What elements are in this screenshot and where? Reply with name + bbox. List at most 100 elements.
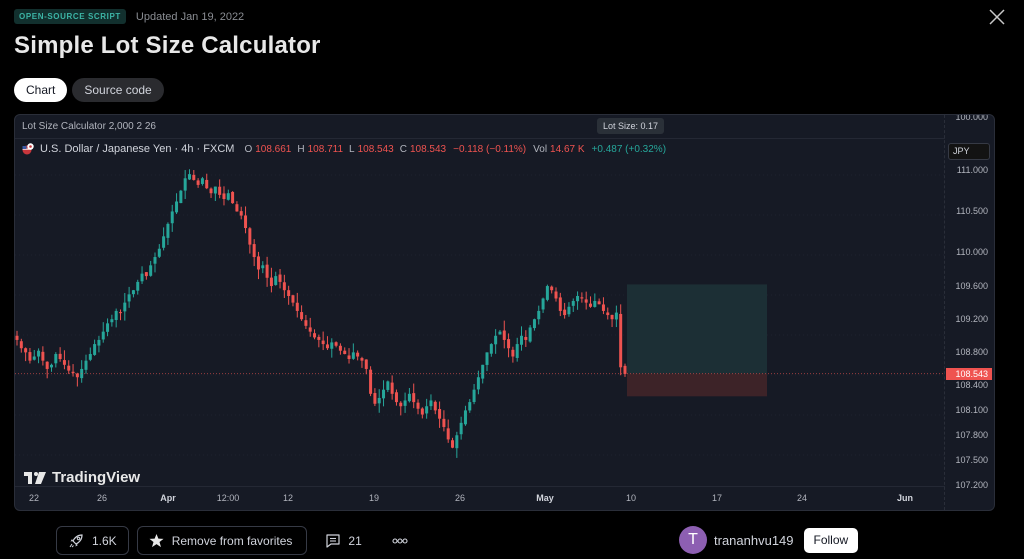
candle[interactable]: [118, 309, 122, 321]
boost-button[interactable]: 1.6K: [56, 526, 129, 555]
candle[interactable]: [338, 343, 342, 355]
symbol-name[interactable]: U.S. Dollar / Japanese Yen · 4h · FXCM: [40, 143, 234, 155]
candle[interactable]: [49, 363, 53, 372]
candle[interactable]: [321, 331, 325, 351]
candle[interactable]: [196, 178, 200, 188]
candle[interactable]: [84, 354, 88, 374]
candle[interactable]: [88, 347, 92, 362]
candle[interactable]: [218, 179, 222, 199]
avatar[interactable]: T: [679, 526, 707, 554]
candle[interactable]: [463, 405, 467, 426]
candle[interactable]: [97, 335, 101, 353]
candle[interactable]: [619, 304, 623, 376]
candle[interactable]: [200, 176, 204, 186]
candle[interactable]: [571, 298, 575, 312]
time-axis[interactable]: 22 26 Apr 12:00 12 19 26 May 10 17 24 Jun: [15, 486, 945, 510]
candle[interactable]: [28, 347, 32, 364]
candle[interactable]: [136, 279, 140, 295]
candle[interactable]: [170, 204, 174, 232]
candle[interactable]: [416, 399, 420, 415]
candle[interactable]: [498, 329, 502, 335]
candle[interactable]: [32, 349, 36, 361]
open-source-badge[interactable]: OPEN-SOURCE SCRIPT: [14, 9, 126, 24]
candle[interactable]: [93, 339, 97, 356]
candle[interactable]: [213, 186, 217, 202]
candle[interactable]: [209, 187, 213, 198]
candle[interactable]: [455, 431, 459, 458]
candle[interactable]: [364, 359, 368, 375]
candle[interactable]: [265, 256, 269, 287]
candle[interactable]: [507, 333, 511, 358]
candle[interactable]: [274, 271, 278, 286]
tab-chart[interactable]: Chart: [14, 78, 68, 102]
candle[interactable]: [580, 292, 584, 303]
candle[interactable]: [347, 348, 351, 364]
candle[interactable]: [101, 322, 105, 343]
candle[interactable]: [558, 292, 562, 317]
candle[interactable]: [468, 399, 472, 413]
candle[interactable]: [325, 336, 329, 350]
candle[interactable]: [308, 317, 312, 337]
candle[interactable]: [162, 227, 166, 251]
candle[interactable]: [545, 284, 549, 302]
candle[interactable]: [106, 318, 110, 337]
candle[interactable]: [554, 287, 558, 302]
candle[interactable]: [614, 305, 618, 328]
candle[interactable]: [291, 294, 295, 307]
candle[interactable]: [386, 380, 390, 393]
comments-button[interactable]: 21: [317, 533, 369, 549]
candle[interactable]: [58, 347, 62, 362]
candle[interactable]: [166, 222, 170, 245]
close-icon[interactable]: [988, 8, 1006, 26]
candle[interactable]: [231, 191, 235, 204]
price-plot[interactable]: [15, 115, 945, 511]
candle[interactable]: [256, 251, 260, 280]
candle[interactable]: [300, 305, 304, 321]
chart-panel[interactable]: Lot Size Calculator 2,000 2 26 Lot Size:…: [14, 114, 995, 511]
candle[interactable]: [222, 186, 226, 206]
candle[interactable]: [127, 286, 131, 308]
candle[interactable]: [226, 189, 230, 201]
candle[interactable]: [606, 307, 610, 320]
candle[interactable]: [183, 170, 187, 199]
candle[interactable]: [550, 285, 554, 294]
candle[interactable]: [45, 361, 49, 379]
candle[interactable]: [589, 296, 593, 308]
candle[interactable]: [476, 370, 480, 395]
candle[interactable]: [433, 400, 437, 415]
candle[interactable]: [593, 293, 597, 308]
candle[interactable]: [356, 350, 360, 361]
candle[interactable]: [584, 291, 588, 310]
candle[interactable]: [446, 419, 450, 443]
candle[interactable]: [502, 320, 506, 349]
candle[interactable]: [313, 329, 317, 340]
candle[interactable]: [511, 346, 515, 363]
candle[interactable]: [123, 292, 127, 321]
candle[interactable]: [494, 329, 498, 354]
take-profit-zone[interactable]: [627, 284, 767, 374]
candle[interactable]: [576, 291, 580, 310]
candle[interactable]: [54, 352, 58, 368]
candle[interactable]: [330, 338, 334, 358]
candle[interactable]: [541, 297, 545, 313]
candle[interactable]: [252, 239, 256, 267]
candle[interactable]: [75, 372, 79, 387]
candle[interactable]: [144, 272, 148, 280]
candle[interactable]: [269, 267, 273, 293]
candle[interactable]: [489, 343, 493, 357]
candle[interactable]: [287, 285, 291, 305]
candle[interactable]: [140, 266, 144, 284]
candle[interactable]: [175, 193, 179, 215]
candle[interactable]: [485, 352, 489, 372]
candle[interactable]: [62, 350, 66, 370]
candle[interactable]: [377, 389, 381, 413]
candle[interactable]: [351, 343, 355, 360]
candle[interactable]: [205, 173, 209, 190]
candle[interactable]: [407, 387, 411, 403]
candle[interactable]: [537, 305, 541, 325]
candle[interactable]: [373, 388, 377, 407]
candle[interactable]: [67, 360, 71, 374]
candle[interactable]: [597, 298, 601, 305]
candle[interactable]: [382, 380, 386, 407]
candle[interactable]: [304, 314, 308, 329]
